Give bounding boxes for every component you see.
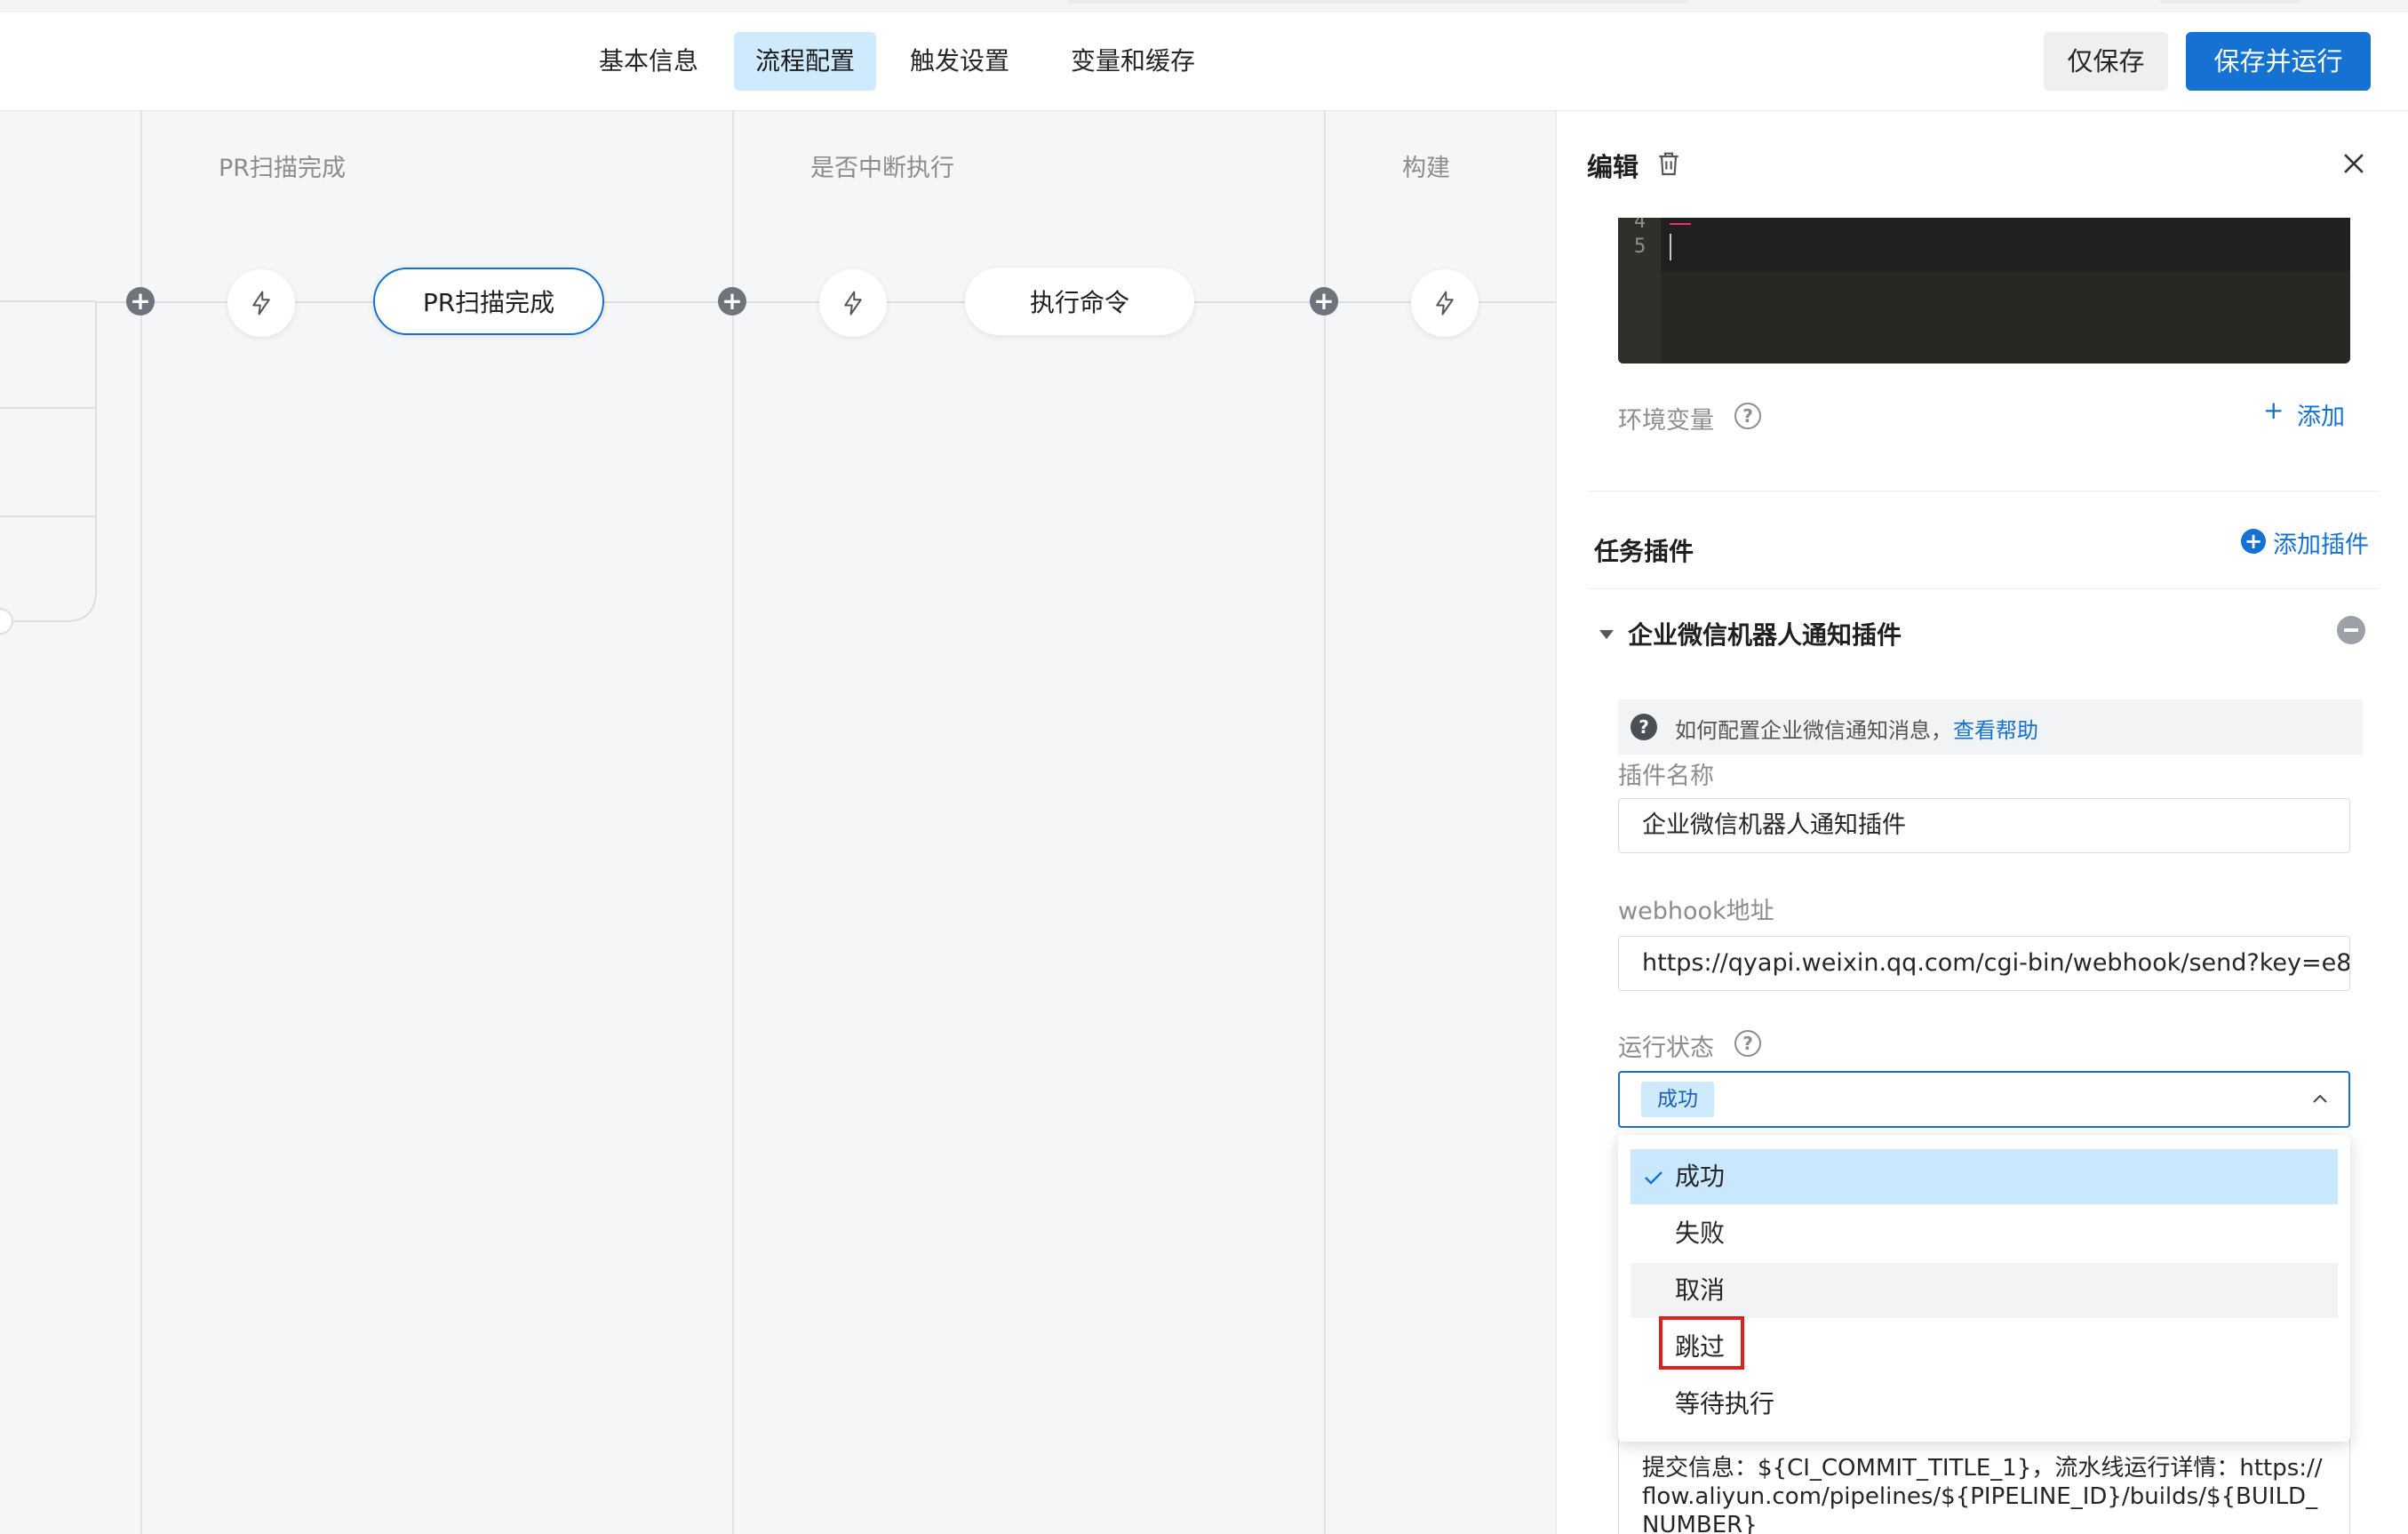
help-info-bar: ? 如何配置企业微信通知消息， 查看帮助	[1618, 699, 2363, 755]
status-option-failed[interactable]: 失败	[1631, 1206, 2338, 1261]
stage-title: PR扫描完成	[219, 155, 347, 182]
status-dropdown-menu: 成功 失败 取消 跳过 等待执行	[1618, 1135, 2350, 1442]
plugin-name-input[interactable]: 企业微信机器人通知插件	[1618, 798, 2350, 853]
tab-variables-cache[interactable]: 变量和缓存	[1057, 32, 1208, 91]
job-node-exec-command[interactable]: 执行命令	[965, 268, 1194, 335]
add-plugin-icon[interactable]: +	[2241, 529, 2266, 554]
add-stage-button[interactable]: +	[1310, 287, 1338, 316]
stage-divider	[732, 111, 734, 1534]
webhook-input[interactable]: https://qyapi.weixin.qq.com/cgi-bin/webh…	[1618, 936, 2350, 991]
stage-title: 是否中断执行	[810, 155, 954, 182]
status-option-waiting[interactable]: 等待执行	[1631, 1377, 2338, 1432]
edit-panel: 编辑 4 5 环境变量 ? + 添加 任务插件 + 添加插件 企业微信机器人通知…	[1556, 111, 2408, 1534]
trash-icon[interactable]	[1655, 148, 1683, 179]
status-option-success[interactable]: 成功	[1631, 1149, 2338, 1204]
current-line-highlight	[1661, 218, 2350, 271]
tab-trigger-settings[interactable]: 触发设置	[897, 32, 1022, 91]
lightning-icon[interactable]	[1411, 269, 1479, 337]
check-icon	[1643, 1167, 1664, 1188]
lightning-icon[interactable]	[227, 269, 295, 337]
line-number: 5	[1634, 236, 1647, 258]
highlight-box	[1659, 1316, 1744, 1370]
task-plugins-heading: 任务插件	[1594, 537, 1694, 566]
remove-plugin-icon[interactable]	[2337, 616, 2365, 644]
add-stage-button[interactable]: +	[718, 287, 746, 316]
option-label: 取消	[1675, 1275, 1726, 1305]
branch-connector	[0, 300, 97, 635]
add-env-plus-icon[interactable]: +	[2263, 395, 2284, 425]
question-icon: ?	[1631, 714, 1657, 740]
env-vars-label: 环境变量	[1618, 407, 1714, 435]
stage-title: 构建	[1402, 155, 1450, 182]
toolbar-fragment	[2159, 0, 2301, 4]
address-bar-fragment	[1066, 0, 1688, 4]
add-plugin-button[interactable]: 添加插件	[2273, 525, 2369, 560]
add-stage-button[interactable]: +	[126, 287, 155, 316]
line-number: 4	[1634, 218, 1647, 233]
pipeline-header: 基本信息 流程配置 触发设置 变量和缓存 仅保存 保存并运行	[0, 12, 2408, 111]
save-and-run-button[interactable]: 保存并运行	[2186, 32, 2371, 91]
code-fragment	[1670, 218, 1691, 225]
plugin-name-label: 插件名称	[1618, 763, 1714, 790]
message-textarea[interactable]: 提交信息：${CI_COMMIT_TITLE_1}，流水线运行详情：https:…	[1618, 1435, 2350, 1534]
selected-status-tag[interactable]: 成功	[1641, 1082, 1714, 1117]
tab-basic-info[interactable]: 基本信息	[586, 32, 711, 91]
text-caret	[1670, 234, 1671, 260]
browser-strip	[0, 0, 2408, 13]
collapse-caret-icon[interactable]	[1599, 630, 1614, 639]
option-label: 成功	[1675, 1162, 1726, 1191]
option-label: 等待执行	[1675, 1389, 1775, 1418]
save-only-button[interactable]: 仅保存	[2044, 32, 2168, 91]
run-status-select[interactable]: 成功	[1618, 1071, 2350, 1128]
option-label: 失败	[1675, 1218, 1726, 1248]
lightning-icon[interactable]	[819, 269, 887, 337]
panel-title: 编辑	[1587, 152, 1639, 182]
job-node-pr-scan[interactable]: PR扫描完成	[373, 268, 604, 335]
add-env-button[interactable]: 添加	[2297, 397, 2345, 432]
tab-flow-config[interactable]: 流程配置	[734, 32, 876, 91]
webhook-label: webhook地址	[1618, 898, 1774, 925]
help-icon[interactable]: ?	[1734, 1030, 1761, 1057]
pipeline-canvas[interactable]: PR扫描完成 是否中断执行 构建 + + + PR扫描完成 执行命令	[0, 111, 1556, 1534]
section-divider	[1588, 588, 2379, 589]
script-editor[interactable]: 4 5	[1618, 218, 2350, 364]
run-status-label: 运行状态	[1618, 1035, 1714, 1062]
status-option-cancelled[interactable]: 取消	[1631, 1263, 2338, 1318]
plugin-name-heading: 企业微信机器人通知插件	[1628, 620, 1902, 650]
help-text: 如何配置企业微信通知消息，	[1675, 718, 1952, 743]
chevron-up-icon[interactable]	[2309, 1089, 2331, 1110]
view-help-link[interactable]: 查看帮助	[1953, 713, 2038, 744]
stage-divider	[1324, 111, 1326, 1534]
close-icon[interactable]	[2339, 148, 2369, 179]
help-icon[interactable]: ?	[1734, 403, 1761, 429]
